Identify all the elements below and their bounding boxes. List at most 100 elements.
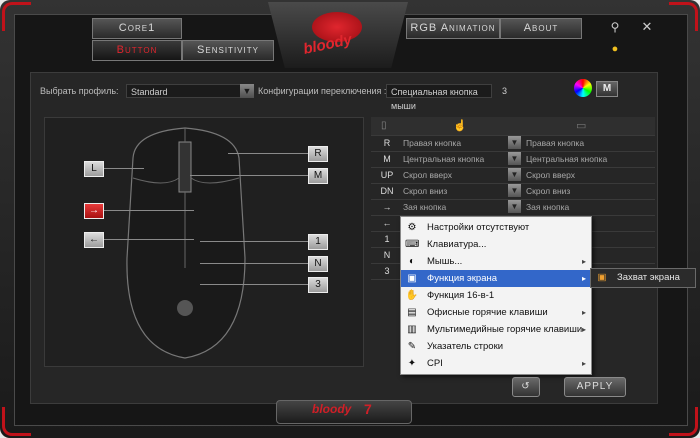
screen-function-icon: ▣ [407,273,417,284]
chevron-down-icon[interactable]: ▼ [508,136,521,149]
table-row[interactable]: R Правая кнопка ▼ Правая кнопка [371,135,655,152]
rgb-color-icon[interactable] [574,79,592,97]
leader-line [104,168,144,169]
key-n[interactable]: N [308,256,328,272]
menu-item-16-in-1[interactable]: ✋ Функция 16-в-1 [401,287,591,304]
table-row[interactable]: → Зая кнопка ▼ Зая кнопка [371,199,655,216]
key-back[interactable]: ← [84,232,104,248]
tab-core1[interactable]: Core1 [92,18,182,39]
menu-item-label: Указатель строки [427,341,504,352]
settings-icon: ⚙ [407,222,417,233]
key-1[interactable]: 1 [308,234,328,250]
m-button[interactable]: M [596,81,618,97]
menu-item-cpi[interactable]: ✦ CPI ▸ [401,355,591,372]
table-row[interactable]: M Центральная кнопка ▼ Центральная кнопка [371,151,655,168]
row-name: Скрол вверх [403,170,452,180]
menu-item-multimedia-hotkeys[interactable]: ▥ Мультимедийные горячие клавиши ▸ [401,321,591,338]
menu-item-no-settings[interactable]: ⚙ Настройки отсутствуют [401,219,591,236]
row-value: Центральная кнопка [526,154,608,164]
leader-line [200,263,308,264]
menu-item-label: Функция 16-в-1 [427,290,495,301]
menu-item-label: Настройки отсутствуют [427,222,530,233]
key-m[interactable]: M [308,168,328,184]
monitor-icon: ▭ [576,120,587,132]
chevron-down-icon[interactable]: ▼ [508,168,521,181]
row-value: Скрол вниз [526,186,571,196]
row-code: 1 [384,234,390,244]
leader-line [104,210,194,211]
submenu-item-label: Захват экрана [617,272,680,283]
chevron-down-icon[interactable]: ▼ [508,184,521,197]
leader-line [104,239,194,240]
profile-label: Выбрать профиль: [40,86,119,96]
lightbulb-icon[interactable]: ● [608,42,622,56]
line-pointer-icon: ✎ [407,341,417,352]
table-row[interactable]: DN Скрол вниз ▼ Скрол вниз [371,183,655,200]
menu-item-mouse[interactable]: ◐ Мышь... ▸ [401,253,591,270]
menu-item-label: Функция экрана [427,273,498,284]
switch-config-label: Конфигурации переключения : [258,86,387,96]
close-icon[interactable]: ✕ [640,20,654,34]
menu-item-label: Офисные горячие клавиши [427,307,548,318]
row-code: M [383,154,391,164]
menu-item-keyboard[interactable]: ⌨ Клавиатура... [401,236,591,253]
leader-line [190,175,308,176]
profile-select[interactable]: Standard [126,84,242,98]
leader-line [200,241,308,242]
hand-pointer-icon: ☝ [453,120,467,132]
table-header: ▯ ☝ ▭ [371,117,655,136]
mouse-icon: ◐ [408,256,416,267]
leader-line [228,153,308,154]
apply-button[interactable]: APPLY [564,377,626,397]
joystick-icon[interactable]: ⚲ [608,20,622,34]
switch-config-select[interactable]: Специальная кнопка мыши [386,84,492,111]
footer-brand: bloody [312,402,352,416]
tab-about[interactable]: About [500,18,582,39]
key-l[interactable]: L [84,161,104,177]
hand-icon: ✋ [405,290,419,301]
submenu-screenshot[interactable]: ▣ Захват экрана [590,268,696,288]
key-r[interactable]: R [308,146,328,162]
row-code: → [382,202,392,212]
menu-item-line-pointer[interactable]: ✎ Указатель строки [401,338,591,355]
tab-button[interactable]: Button [92,40,182,61]
multimedia-hotkeys-icon: ▥ [407,324,417,335]
submenu-arrow-icon: ▸ [581,359,586,368]
refresh-icon: ↺ [521,381,531,392]
chevron-down-icon[interactable]: ▼ [508,152,521,165]
mouse-icon: ▯ [381,120,387,131]
submenu-arrow-icon: ▸ [581,308,586,317]
chevron-down-icon[interactable]: ▼ [240,84,254,98]
leader-line [200,284,308,285]
menu-item-label: Мышь... [427,256,463,267]
screenshot-icon: ▣ [597,272,607,283]
row-code: 3 [384,266,390,276]
row-name: Скрол вниз [403,186,448,196]
menu-item-office-hotkeys[interactable]: ▤ Офисные горячие клавиши ▸ [401,304,591,321]
cpi-icon: ✦ [407,358,417,369]
row-code: ← [382,218,392,228]
tab-sensitivity[interactable]: Sensitivity [182,40,274,61]
tab-rgb-animation[interactable]: RGB Animation [406,18,500,39]
row-code: DN [380,186,394,196]
office-hotkeys-icon: ▤ [407,307,417,318]
row-code: R [383,138,391,148]
row-value: Правая кнопка [526,138,585,148]
keyboard-icon: ⌨ [405,239,420,250]
submenu-arrow-icon: ▸ [581,325,586,334]
row-name: Зая кнопка [403,202,447,212]
row-value: Зая кнопка [526,202,570,212]
submenu-arrow-icon: ▸ [581,257,586,266]
table-row[interactable]: UP Скрол вверх ▼ Скрол вверх [371,167,655,184]
row-code: UP [380,170,394,180]
key-3[interactable]: 3 [308,277,328,293]
reset-button[interactable]: ↺ [512,377,540,397]
menu-item-label: Мультимедийные горячие клавиши [427,324,583,335]
chevron-down-icon[interactable]: ▼ [508,200,521,213]
menu-item-screen-function[interactable]: ▣ Функция экрана ▸ [401,270,591,287]
key-forward[interactable]: → [84,203,104,219]
row-value: Скрол вверх [526,170,575,180]
menu-item-label: CPI [427,358,443,369]
menu-item-label: Клавиатура... [427,239,487,250]
footer-number: 7 [364,401,372,417]
